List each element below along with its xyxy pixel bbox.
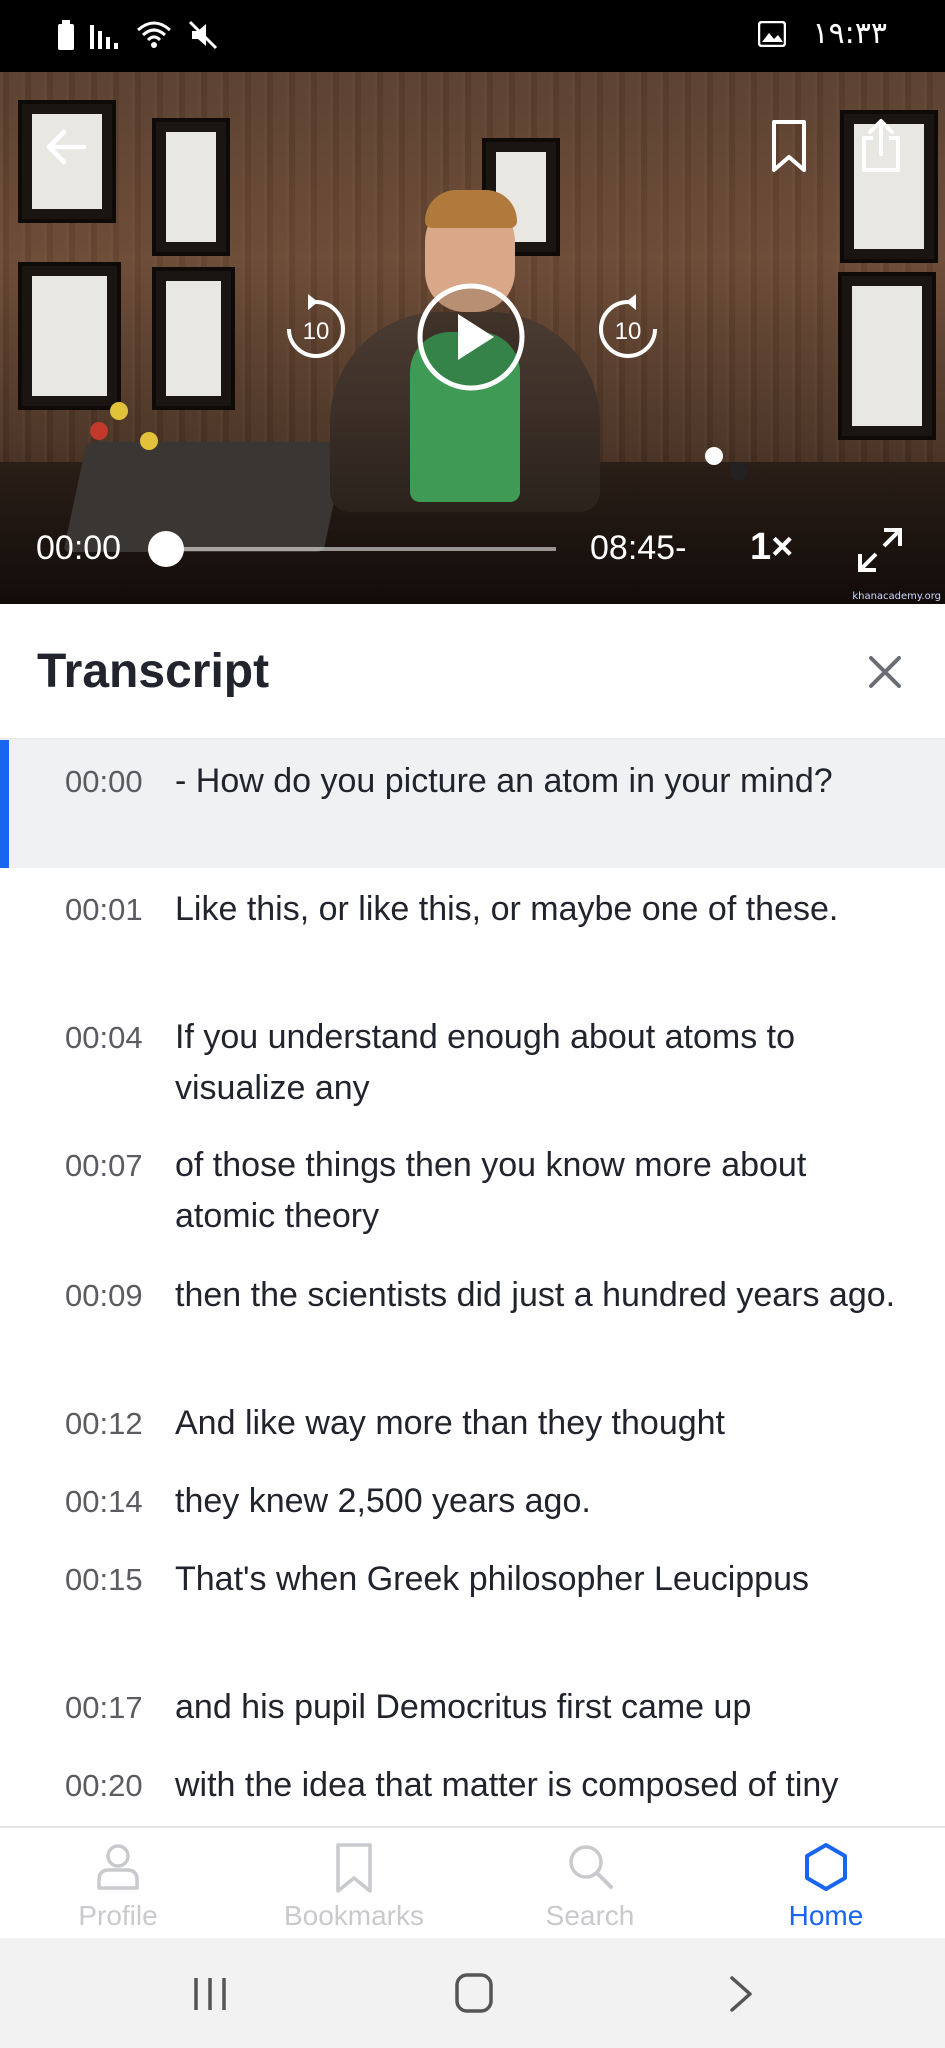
chevron-right-icon: [730, 1976, 752, 2012]
wall-frame: [152, 267, 235, 410]
transcript-timestamp: 00:07: [65, 1148, 143, 1183]
transcript-text: with the idea that matter is composed of…: [175, 1766, 839, 1804]
play-button[interactable]: [416, 282, 526, 392]
fullscreen-button[interactable]: [854, 524, 906, 576]
wall-frame: [838, 272, 936, 440]
transcript-text: and his pupil Democritus first came up: [175, 1688, 752, 1726]
seek-thumb[interactable]: [148, 531, 184, 567]
transcript-list[interactable]: 00:00 - How do you picture an atom in yo…: [0, 740, 945, 1826]
transcript-timestamp: 00:20: [65, 1768, 143, 1803]
transcript-text: And like way more than they thought: [175, 1404, 725, 1442]
bookmark-video-button[interactable]: [766, 116, 812, 176]
molecule-model: [705, 447, 723, 465]
back-button[interactable]: [40, 122, 90, 172]
video-player[interactable]: 10 10 00:00 08:45- 1× khanacademy.org: [0, 72, 945, 604]
forward-button[interactable]: 10: [594, 294, 662, 362]
nav-item-profile[interactable]: Profile: [0, 1828, 236, 1940]
status-bar: ۱۹:۳۳: [0, 0, 945, 72]
bottom-navigation: Profile Bookmarks Search Home: [0, 1826, 945, 1940]
nav-label-profile: Profile: [78, 1900, 158, 1931]
transcript-timestamp: 00:12: [65, 1406, 143, 1441]
transcript-timestamp: 00:17: [65, 1690, 143, 1725]
transcript-line[interactable]: 00:09 then the scientists did just a hun…: [0, 1254, 945, 1382]
close-icon: [869, 656, 901, 688]
nav-item-home[interactable]: Home: [708, 1828, 944, 1940]
molecule-model: [90, 422, 108, 440]
status-time: ۱۹:۳۳: [812, 16, 887, 51]
bookmark-icon: [772, 120, 806, 172]
transcript-text: - How do you picture an atom in your min…: [175, 762, 833, 800]
molecule-model: [730, 462, 748, 480]
expand-icon: [858, 528, 902, 572]
arrow-left-icon: [46, 129, 86, 165]
battery-icon: [58, 20, 74, 50]
speed-button[interactable]: 1×: [750, 526, 793, 569]
recent-apps-button[interactable]: [190, 1974, 230, 2014]
home-square-icon: [455, 1973, 493, 2013]
search-icon: [569, 1845, 613, 1889]
molecule-model: [140, 432, 158, 450]
forward-seconds: 10: [614, 318, 642, 345]
system-navigation-bar: [0, 1938, 945, 2048]
transcript-line[interactable]: 00:01 Like this, or like this, or maybe …: [0, 868, 945, 996]
home-icon: [805, 1843, 847, 1891]
transcript-timestamp: 00:00: [65, 764, 143, 799]
close-transcript-button[interactable]: [865, 652, 905, 692]
rewind-seconds: 10: [302, 318, 330, 345]
transcript-text: they knew 2,500 years ago.: [175, 1482, 591, 1520]
status-icons-right: ۱۹:۳۳: [758, 16, 887, 51]
transcript-line[interactable]: 00:12 And like way more than they though…: [0, 1382, 945, 1460]
transcript-text: That's when Greek philosopher Leucippus: [175, 1560, 809, 1598]
transcript-timestamp: 00:15: [65, 1562, 143, 1597]
mute-icon: [188, 20, 218, 50]
wall-frame: [152, 118, 230, 256]
status-icons-left: [58, 20, 218, 50]
nav-item-bookmarks[interactable]: Bookmarks: [236, 1828, 472, 1940]
transcript-timestamp: 00:09: [65, 1278, 143, 1313]
transcript-text: of those things then you know more about…: [175, 1146, 807, 1235]
rewind-button[interactable]: 10: [282, 294, 350, 362]
molecule-model: [110, 402, 128, 420]
transcript-line[interactable]: 00:20 with the idea that matter is compo…: [0, 1744, 945, 1826]
transcript-line[interactable]: 00:07 of those things then you know more…: [0, 1124, 945, 1254]
signal-icon: [90, 25, 118, 49]
transcript-header: Transcript: [0, 604, 945, 740]
transcript-line[interactable]: 00:04 If you understand enough about ato…: [0, 996, 945, 1124]
transcript-line[interactable]: 00:17 and his pupil Democritus first cam…: [0, 1666, 945, 1744]
bookmark-icon: [336, 1843, 372, 1893]
current-time: 00:00: [36, 529, 122, 567]
wifi-icon: [137, 21, 171, 48]
active-line-indicator: [0, 740, 9, 868]
share-icon: [862, 119, 900, 172]
image-icon: [758, 20, 787, 47]
transcript-timestamp: 00:14: [65, 1484, 143, 1519]
profile-icon: [97, 1844, 139, 1890]
play-icon: [417, 283, 525, 391]
transcript-title: Transcript: [37, 645, 270, 698]
transcript-timestamp: 00:04: [65, 1020, 143, 1055]
recent-apps-icon: [194, 1978, 226, 2010]
remaining-time: 08:45-: [590, 529, 687, 567]
presenter-hair: [425, 190, 517, 228]
home-system-button[interactable]: [454, 1972, 494, 2014]
transcript-timestamp: 00:01: [65, 892, 143, 927]
transcript-line[interactable]: 00:15 That's when Greek philosopher Leuc…: [0, 1538, 945, 1666]
nav-label-home: Home: [788, 1900, 864, 1931]
transcript-line[interactable]: 00:14 they knew 2,500 years ago.: [0, 1460, 945, 1538]
seek-track[interactable]: [164, 547, 556, 551]
nav-label-bookmarks: Bookmarks: [283, 1900, 425, 1931]
nav-item-search[interactable]: Search: [472, 1828, 708, 1940]
back-system-button[interactable]: [726, 1974, 756, 2014]
nav-label-search: Search: [545, 1900, 635, 1931]
share-button[interactable]: [856, 116, 906, 176]
transcript-line[interactable]: 00:00 - How do you picture an atom in yo…: [0, 740, 945, 868]
transcript-text: Like this, or like this, or maybe one of…: [175, 890, 839, 928]
video-watermark: khanacademy.org: [852, 591, 941, 602]
wall-frame: [18, 262, 121, 410]
transcript-text: If you understand enough about atoms to …: [175, 1018, 796, 1107]
transcript-text: then the scientists did just a hundred y…: [175, 1276, 896, 1314]
